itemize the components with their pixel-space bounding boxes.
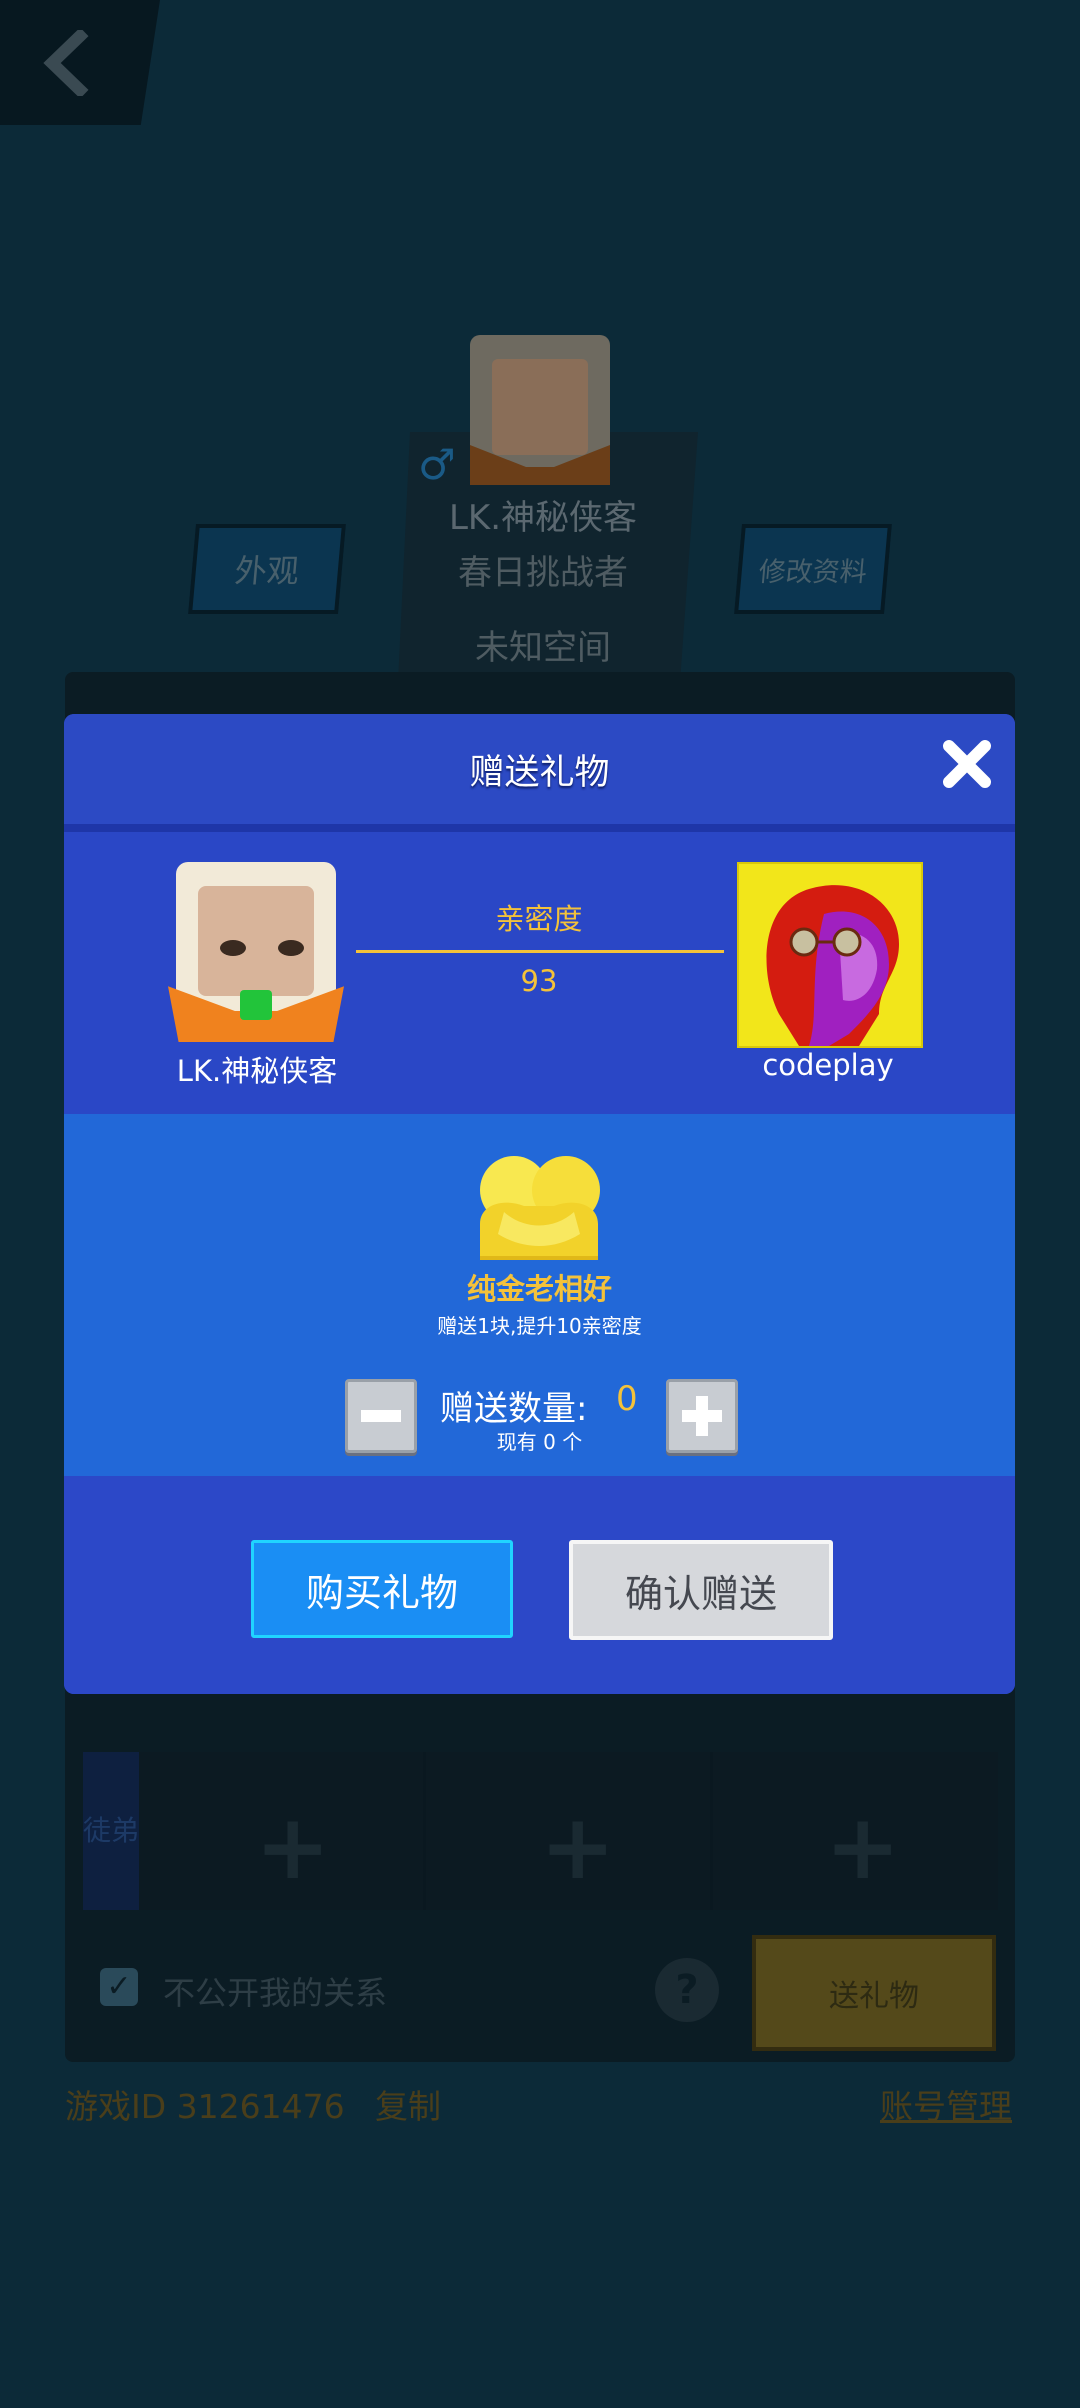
sender-name: LK.神秘侠客 (176, 1054, 338, 1088)
add-slot-icon[interactable]: + (255, 1795, 330, 1900)
add-slot-icon[interactable]: + (540, 1795, 615, 1900)
action-section (64, 1476, 1015, 1694)
quantity-value: 0 (616, 1379, 638, 1419)
receiver-name: codeplay (762, 1048, 894, 1082)
male-icon: ♂ (418, 440, 456, 489)
close-button[interactable] (937, 734, 997, 794)
apprentice-label: 徒弟 (83, 1752, 139, 1910)
back-button[interactable] (0, 0, 160, 125)
profile-nickname: LK.神秘侠客 (448, 498, 638, 538)
intimacy-value: 93 (520, 964, 558, 998)
slot-divider (423, 1752, 426, 1910)
edit-profile-button[interactable]: 修改资料 (734, 524, 892, 614)
appearance-button[interactable]: 外观 (188, 524, 346, 614)
sender-avatar (168, 862, 344, 1042)
intimacy-label: 亲密度 (495, 902, 583, 936)
owned-count: 现有 0 个 (496, 1430, 583, 1454)
gift-name: 纯金老相好 (466, 1272, 612, 1306)
gold-gift-icon[interactable] (474, 1154, 604, 1266)
profile-title: 春日挑战者 (458, 553, 628, 593)
privacy-label: 不公开我的关系 (163, 1974, 388, 2012)
quantity-label: 赠送数量: (440, 1389, 588, 1429)
game-id: 游戏ID 31261476 (65, 2087, 345, 2126)
copy-id-button[interactable]: 复制 (375, 2080, 441, 2128)
intimacy-divider (356, 950, 724, 953)
account-management-link[interactable]: 账号管理 (880, 2080, 1012, 2128)
receiver-avatar (737, 862, 923, 1048)
gift-description: 赠送1块,提升10亲密度 (437, 1314, 642, 1338)
buy-gift-button[interactable]: 购买礼物 (251, 1540, 513, 1638)
chevron-left-icon (43, 29, 89, 96)
send-gift-button[interactable]: 送礼物 (752, 1935, 996, 2051)
close-icon (943, 740, 991, 788)
profile-location: 未知空间 (475, 628, 611, 668)
help-icon[interactable]: ? (655, 1958, 719, 2022)
privacy-checkbox[interactable]: ✓ (100, 1968, 138, 2006)
confirm-send-button[interactable]: 确认赠送 (569, 1540, 833, 1640)
add-slot-icon[interactable]: + (825, 1795, 900, 1900)
profile-avatar[interactable] (470, 335, 610, 485)
gift-modal: 赠送礼物 LK.神秘侠客 亲密度 93 codeplay 纯金老相好 赠送1块,… (64, 714, 1015, 1694)
slot-divider (710, 1752, 713, 1910)
modal-title: 赠送礼物 (469, 753, 610, 793)
